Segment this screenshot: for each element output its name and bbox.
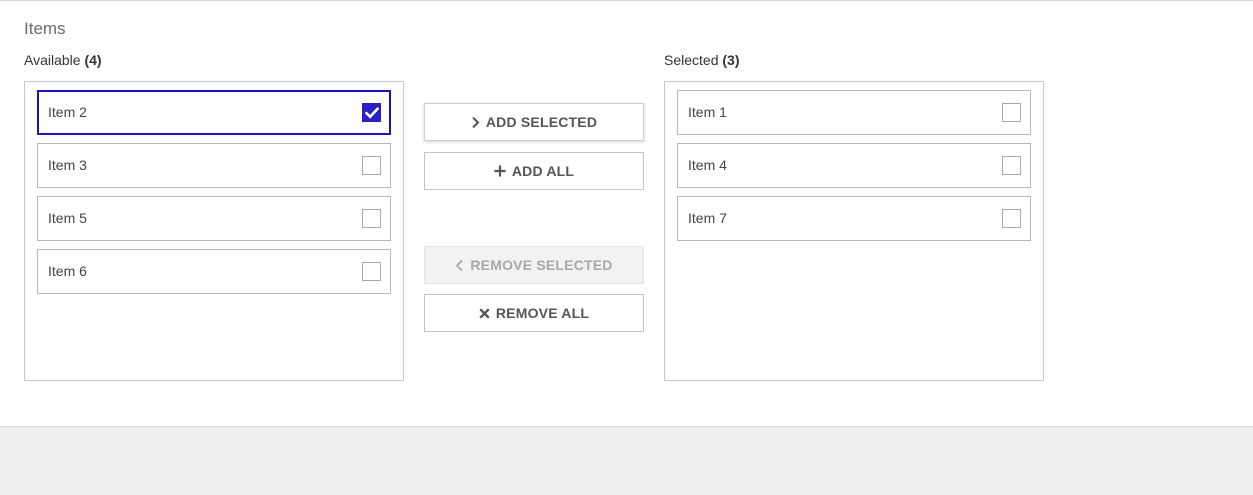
- list-item-label: Item 6: [48, 263, 87, 279]
- item-checkbox[interactable]: [1002, 209, 1021, 228]
- add-selected-button[interactable]: ADD SELECTED: [424, 103, 644, 141]
- plus-icon: [494, 165, 506, 177]
- available-item-5[interactable]: Item 5: [37, 196, 391, 241]
- footer-area: [0, 426, 1253, 495]
- close-icon: [479, 307, 490, 319]
- available-item-2[interactable]: Item 2: [37, 90, 391, 135]
- available-list[interactable]: Item 2 Item 3 Item 5 Item 6: [24, 81, 404, 381]
- remove-selected-button[interactable]: REMOVE SELECTED: [424, 246, 644, 284]
- selected-item-1[interactable]: Item 1: [677, 90, 1031, 135]
- list-item-label: Item 4: [688, 157, 727, 173]
- add-selected-label: ADD SELECTED: [485, 114, 598, 130]
- item-checkbox[interactable]: [362, 209, 381, 228]
- available-label-text: Available: [24, 52, 81, 68]
- list-item-label: Item 5: [48, 210, 87, 226]
- selected-list[interactable]: Item 1 Item 4 Item 7: [664, 81, 1044, 381]
- available-item-3[interactable]: Item 3: [37, 143, 391, 188]
- item-checkbox[interactable]: [362, 262, 381, 281]
- items-panel: Items Available (4) Selected (3) Item 2 …: [0, 1, 1253, 426]
- item-checkbox-checked[interactable]: [362, 103, 381, 122]
- section-title: Items: [24, 19, 66, 38]
- list-item-label: Item 7: [688, 210, 727, 226]
- remove-all-label: REMOVE ALL: [495, 305, 590, 321]
- remove-all-button[interactable]: REMOVE ALL: [424, 294, 644, 332]
- available-list-label: Available (4): [24, 52, 102, 68]
- add-all-button[interactable]: ADD ALL: [424, 152, 644, 190]
- list-item-label: Item 2: [48, 104, 87, 120]
- available-item-6[interactable]: Item 6: [37, 249, 391, 294]
- selected-count: (3): [722, 52, 740, 68]
- list-item-label: Item 3: [48, 157, 87, 173]
- item-checkbox[interactable]: [1002, 103, 1021, 122]
- chevron-right-icon: [471, 116, 480, 129]
- available-count: (4): [84, 52, 102, 68]
- selected-item-7[interactable]: Item 7: [677, 196, 1031, 241]
- chevron-left-icon: [455, 259, 464, 272]
- checkmark-icon: [365, 107, 379, 119]
- add-all-label: ADD ALL: [511, 163, 575, 179]
- selected-label-text: Selected: [664, 52, 719, 68]
- selected-list-label: Selected (3): [664, 52, 740, 68]
- item-checkbox[interactable]: [1002, 156, 1021, 175]
- list-item-label: Item 1: [688, 104, 727, 120]
- selected-item-4[interactable]: Item 4: [677, 143, 1031, 188]
- item-checkbox[interactable]: [362, 156, 381, 175]
- remove-selected-label: REMOVE SELECTED: [470, 257, 613, 273]
